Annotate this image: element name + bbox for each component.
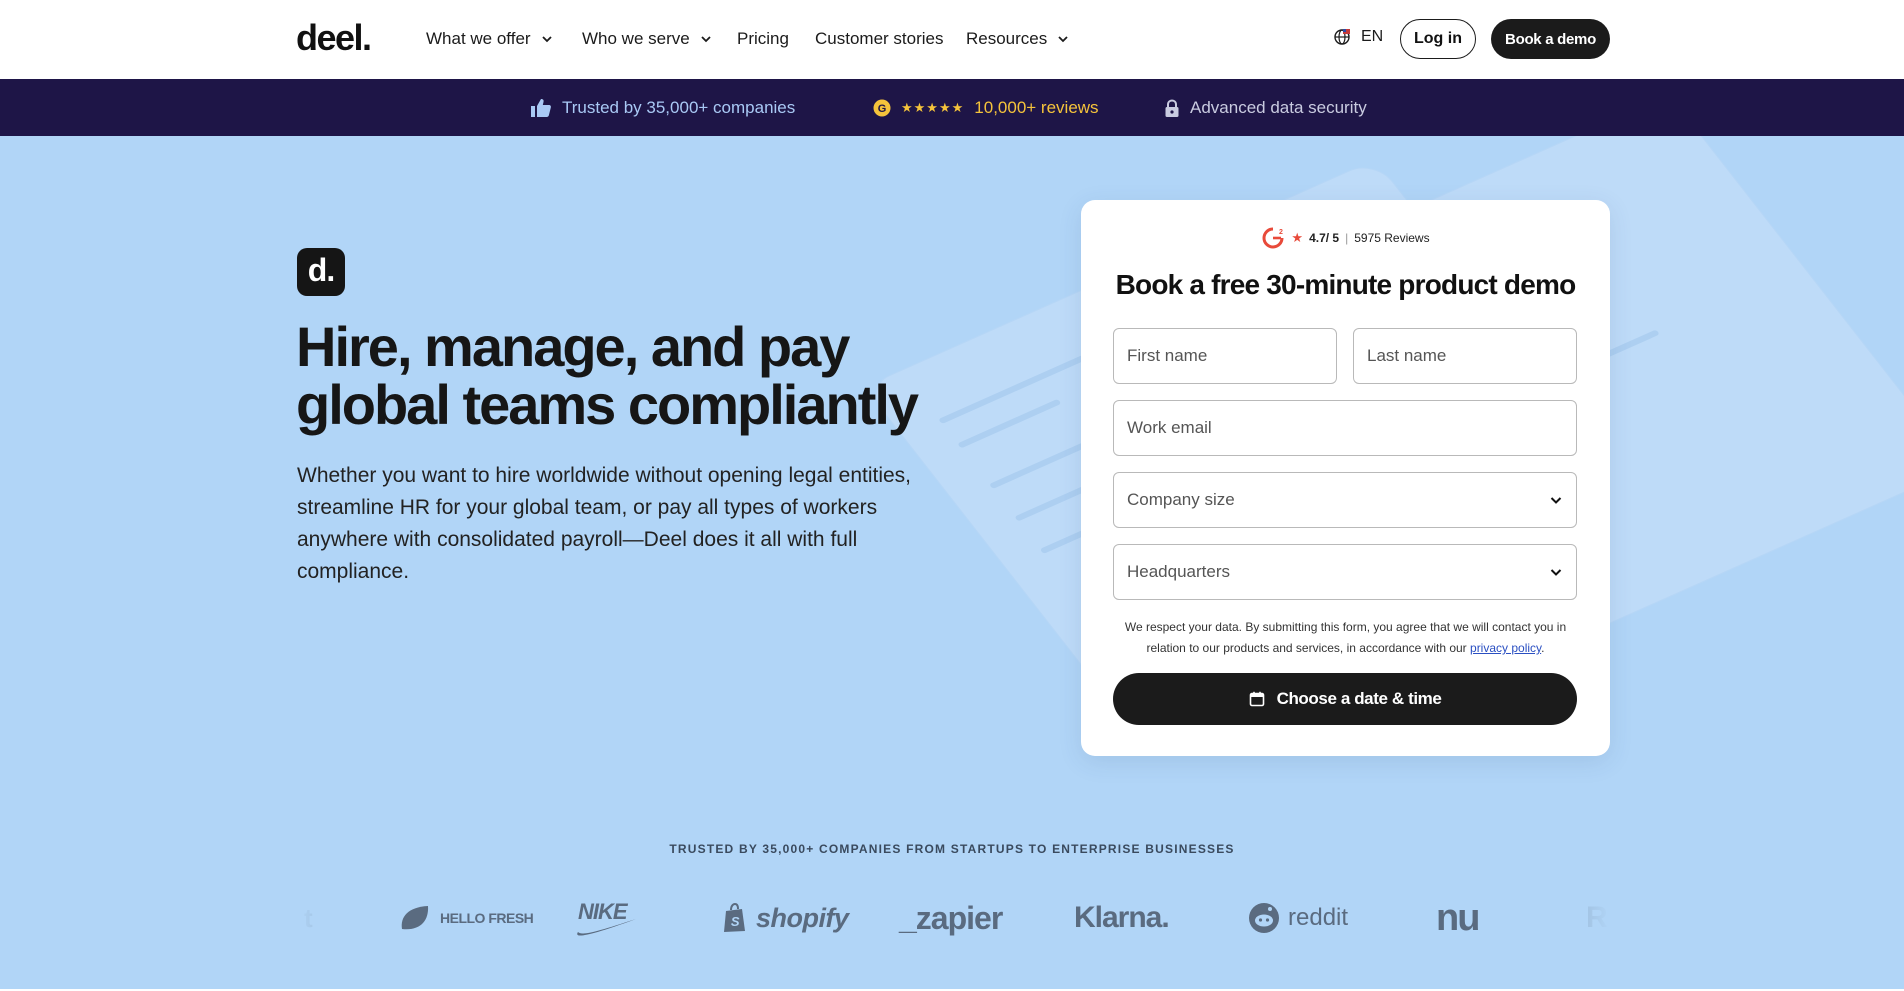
nav-pricing[interactable]: Pricing: [737, 28, 789, 50]
company-size-placeholder: Company size: [1127, 490, 1235, 509]
banner-trusted: Trusted by 35,000+ companies: [530, 97, 795, 119]
nav-what-we-offer[interactable]: What we offer: [426, 28, 553, 50]
nubank-text: nu: [1436, 896, 1480, 939]
form-title: Book a free 30-minute product demo: [1115, 269, 1577, 300]
hero-subtitle: Whether you want to hire worldwide witho…: [297, 464, 912, 583]
chevron-down-icon: [541, 36, 552, 43]
headquarters-select[interactable]: Headquarters: [1113, 544, 1577, 600]
logo-fade-left: [296, 888, 356, 948]
rating-score: 4.7/ 5: [1309, 231, 1340, 245]
svg-text:2: 2: [1279, 229, 1283, 236]
nav-item-label: Resources: [966, 29, 1048, 48]
deel-logo[interactable]: deel.: [296, 18, 372, 58]
chevron-down-icon: [1058, 36, 1068, 43]
trust-banner: Trusted by 35,000+ companies G ★★★★★ 10,…: [0, 79, 1904, 136]
reddit-text: reddit: [1288, 904, 1349, 931]
nav-who-we-serve[interactable]: Who we serve: [582, 28, 712, 50]
choose-date-button[interactable]: Choose a date & time: [1113, 673, 1577, 725]
hellofresh-leaf-icon: [401, 906, 429, 930]
work-email-field[interactable]: [1113, 400, 1577, 456]
star-icon: ★: [1291, 230, 1304, 245]
klarna-text: Klarna.: [1074, 901, 1170, 934]
chevron-down-icon: [1550, 569, 1562, 576]
zapier-text: _zapier: [899, 899, 1003, 936]
hellofresh-text: HELLO FRESH: [440, 910, 534, 926]
svg-text:S: S: [731, 914, 740, 929]
nav-item-label: Pricing: [737, 29, 789, 48]
shopify-text: shopify: [756, 902, 849, 933]
banner-reviews-text: 10,000+ reviews: [974, 98, 1099, 117]
last-name-field[interactable]: [1353, 328, 1577, 384]
hellofresh-logo: HELLO FRESH: [398, 888, 534, 948]
banner-security-text: Advanced data security: [1190, 98, 1367, 117]
banner-trusted-text: Trusted by 35,000+ companies: [562, 98, 796, 117]
calendar-icon: [1249, 691, 1264, 707]
nav-item-label: Customer stories: [815, 29, 944, 48]
hero-section: d. Hire, manage, and pay global teams co…: [0, 136, 1904, 991]
consent-text: We respect your data. By submitting this…: [1111, 617, 1580, 659]
g2-logo-icon: 2: [1262, 227, 1284, 249]
banner-security: Advanced data security: [1164, 97, 1367, 119]
lock-icon: [1165, 98, 1179, 117]
consent-end: .: [1541, 641, 1545, 655]
headquarters-placeholder: Headquarters: [1127, 562, 1231, 581]
privacy-policy-link[interactable]: privacy policy: [1470, 641, 1541, 655]
globe-icon: [1334, 29, 1350, 45]
reddit-logo: reddit: [1248, 888, 1348, 948]
nav-item-label: Who we serve: [582, 29, 690, 48]
shopify-logo: S shopify: [722, 888, 849, 948]
trusted-heading: TRUSTED BY 35,000+ COMPANIES FROM STARTU…: [669, 842, 1235, 856]
zapier-logo: _zapier: [899, 888, 1003, 948]
hero-title: Hire, manage, and pay global teams compl…: [296, 315, 919, 436]
rating-reviews: 5975 Reviews: [1354, 231, 1430, 245]
first-name-field[interactable]: [1113, 328, 1337, 384]
language-selector[interactable]: EN: [1333, 28, 1383, 46]
chevron-down-icon: [1550, 497, 1562, 504]
banner-reviews: G ★★★★★ 10,000+ reviews: [873, 97, 1099, 119]
klarna-logo: Klarna.: [1074, 888, 1170, 948]
g2-rating: 2 ★ 4.7/ 5 | 5975 Reviews: [1081, 226, 1610, 250]
nav-resources[interactable]: Resources: [966, 28, 1069, 50]
deel-badge: d.: [297, 248, 345, 296]
nav-customer-stories[interactable]: Customer stories: [815, 28, 943, 50]
nav-item-label: What we offer: [426, 29, 531, 48]
reddit-alien-icon: [1249, 903, 1279, 933]
language-label: EN: [1361, 28, 1384, 45]
login-button[interactable]: Log in: [1400, 19, 1476, 59]
nubank-logo: nu: [1436, 888, 1480, 948]
logo-fade-right: [1550, 888, 1610, 948]
g2-logo-icon: G: [873, 99, 891, 117]
rating-separator: |: [1345, 231, 1349, 245]
nike-logo: NIKE: [577, 888, 636, 948]
company-size-select[interactable]: Company size: [1113, 472, 1577, 528]
svg-text:G: G: [878, 103, 887, 115]
top-nav: deel. What we offer Who we serve Pricing…: [0, 0, 1904, 79]
shopify-bag-icon: S: [724, 903, 745, 932]
demo-form-card: 2 ★ 4.7/ 5 | 5975 Reviews Book a free 30…: [1081, 200, 1610, 756]
choose-date-label: Choose a date & time: [1276, 689, 1442, 708]
book-demo-button[interactable]: Book a demo: [1491, 19, 1610, 59]
star-rating: ★★★★★: [901, 100, 965, 115]
nike-swoosh-icon: [577, 919, 636, 936]
chevron-down-icon: [701, 36, 711, 43]
customer-logos: t HELLO FRESH NIKE S shopify _zapier Kla…: [296, 888, 1610, 948]
thumbs-up-icon: [531, 99, 551, 117]
